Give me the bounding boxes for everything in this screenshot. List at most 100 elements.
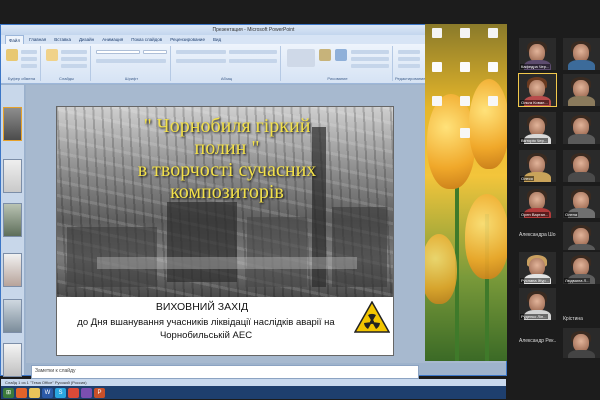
- participant-tile[interactable]: [563, 222, 600, 250]
- copy-button[interactable]: [21, 57, 37, 61]
- caption-heading[interactable]: ВИХОВНИЙ ЗАХІД: [57, 301, 347, 313]
- participant-tile[interactable]: [563, 328, 600, 358]
- arrange-icon[interactable]: [319, 49, 331, 61]
- slide-thumbnail[interactable]: [3, 159, 22, 193]
- ribbon-group-label: Шрифт: [124, 76, 139, 81]
- participant-name: Ольга Ковал...: [520, 100, 549, 105]
- participant-tile[interactable]: Олена: [563, 186, 600, 218]
- find-button[interactable]: [398, 50, 420, 54]
- slide-caption: ВИХОВНИЙ ЗАХІД до Дня вшанування учасник…: [57, 297, 393, 355]
- shape-fill-button[interactable]: [351, 50, 389, 54]
- participant-tile[interactable]: [563, 150, 600, 182]
- skype-icon[interactable]: S: [55, 387, 66, 398]
- caption-text[interactable]: до Дня вшанування учасників ліквідації н…: [61, 316, 351, 342]
- tab-insert[interactable]: Вставка: [51, 35, 74, 44]
- powerpoint-icon[interactable]: P: [94, 387, 105, 398]
- participant-name: Кафедра Чер...: [520, 64, 551, 69]
- word-icon[interactable]: W: [42, 387, 53, 398]
- desktop-icon[interactable]: [483, 62, 503, 73]
- desktop-icon[interactable]: [427, 96, 447, 107]
- participant-tile[interactable]: [563, 38, 600, 70]
- slide[interactable]: " Чорнобиля гіркий полин " в творчості с…: [56, 106, 394, 356]
- list-buttons[interactable]: [176, 50, 226, 54]
- font-size-select[interactable]: [143, 50, 167, 54]
- participant-tile[interactable]: [563, 74, 600, 106]
- start-icon[interactable]: ⊞: [3, 387, 14, 398]
- font-style-buttons[interactable]: [96, 59, 166, 63]
- replace-button[interactable]: [398, 57, 420, 61]
- participant-tile[interactable]: Ореп Вартан...: [519, 186, 556, 218]
- desktop-icon[interactable]: [427, 62, 447, 73]
- slide-thumbnail[interactable]: [3, 343, 22, 377]
- tab-view[interactable]: Вид: [210, 35, 224, 44]
- participant-name: Руслана Жур...: [520, 278, 550, 283]
- desktop-icon[interactable]: [455, 96, 475, 107]
- new-slide-icon[interactable]: [46, 49, 58, 61]
- text-direction-button[interactable]: [229, 50, 277, 54]
- quick-styles-icon[interactable]: [335, 49, 347, 61]
- cut-button[interactable]: [21, 50, 37, 54]
- participant-tile[interactable]: Вікторія Чер...: [519, 112, 556, 144]
- folder-icon[interactable]: [29, 387, 40, 398]
- tab-file[interactable]: Файл: [5, 35, 25, 44]
- participant-name-only[interactable]: Крістина: [563, 316, 600, 328]
- participant-name-only[interactable]: Александра Шо...: [519, 232, 556, 244]
- tab-review[interactable]: Рецензирование: [167, 35, 208, 44]
- desktop-icon[interactable]: [427, 28, 447, 39]
- notes-pane[interactable]: Заметки к слайду: [31, 365, 419, 379]
- participant-name: Людмила Л...: [564, 278, 591, 283]
- desktop-wallpaper: [425, 24, 507, 361]
- ribbon-group-label: Буфер обмена: [7, 76, 36, 81]
- tab-animation[interactable]: Анимация: [99, 35, 126, 44]
- ribbon-group-label: Редактирование: [395, 76, 426, 81]
- tab-slideshow[interactable]: Показ слайдов: [128, 35, 165, 44]
- smartart-button[interactable]: [229, 59, 277, 63]
- tulip: [465, 194, 507, 279]
- shape-outline-button[interactable]: [351, 57, 389, 61]
- desktop-icon[interactable]: [455, 28, 475, 39]
- participant-name-only[interactable]: Александр Рек...: [519, 338, 556, 350]
- tulip: [425, 234, 457, 304]
- desktop-icon[interactable]: [483, 96, 503, 107]
- format-painter-button[interactable]: [21, 64, 37, 68]
- chernobyl-photo: " Чорнобиля гіркий полин " в творчості с…: [57, 107, 393, 297]
- participant-name: Олена: [564, 212, 579, 217]
- participant-tile[interactable]: Руслана Жур...: [519, 252, 556, 284]
- tab-home[interactable]: Главная: [26, 35, 49, 44]
- ribbon-group-font: Шрифт: [93, 46, 171, 81]
- select-button[interactable]: [398, 64, 420, 68]
- participant-name: Вікторія Чер...: [520, 138, 549, 143]
- participant-tile[interactable]: [563, 112, 600, 144]
- video-call-gallery: Кафедра Чер... Ольга Ковал... Вікторія Ч…: [518, 38, 600, 368]
- chrome-icon[interactable]: [68, 387, 79, 398]
- tulip: [469, 79, 507, 169]
- desktop-icon[interactable]: [455, 62, 475, 73]
- desktop-icon[interactable]: [483, 28, 503, 39]
- slide-thumbnail[interactable]: [3, 253, 22, 287]
- desktop-icon[interactable]: [455, 128, 475, 139]
- participant-name: Олеся: [520, 176, 534, 181]
- slide-thumbnail[interactable]: [3, 203, 22, 237]
- slide-thumbnail[interactable]: [3, 107, 22, 141]
- tab-design[interactable]: Дизайн: [76, 35, 97, 44]
- paste-icon[interactable]: [6, 49, 18, 61]
- reset-button[interactable]: [61, 57, 87, 61]
- font-name-select[interactable]: [96, 50, 140, 54]
- participant-tile[interactable]: Кафедра Чер...: [519, 38, 556, 70]
- firefox-icon[interactable]: [16, 387, 27, 398]
- participant-tile-active[interactable]: Ольга Ковал...: [518, 73, 557, 107]
- slide-thumbnail[interactable]: [3, 299, 22, 333]
- participant-tile[interactable]: Людмила Л...: [563, 252, 600, 284]
- shape-effects-button[interactable]: [351, 64, 389, 68]
- ribbon-group-drawing: Рисование: [283, 46, 393, 81]
- layout-button[interactable]: [61, 50, 87, 54]
- slide-title[interactable]: " Чорнобиля гіркий полин " в творчості с…: [77, 115, 377, 203]
- windows-taskbar: ⊞ W S P: [1, 386, 506, 399]
- align-buttons[interactable]: [176, 59, 226, 63]
- participant-tile[interactable]: Руденко Лін...: [519, 288, 556, 320]
- shapes-gallery-icon[interactable]: [287, 49, 315, 67]
- section-button[interactable]: [61, 64, 87, 68]
- participant-tile[interactable]: Олеся: [519, 150, 556, 182]
- status-text: Слайд 1 из 1 "Тема Office" Русский (Росс…: [5, 380, 87, 385]
- viber-icon[interactable]: [81, 387, 92, 398]
